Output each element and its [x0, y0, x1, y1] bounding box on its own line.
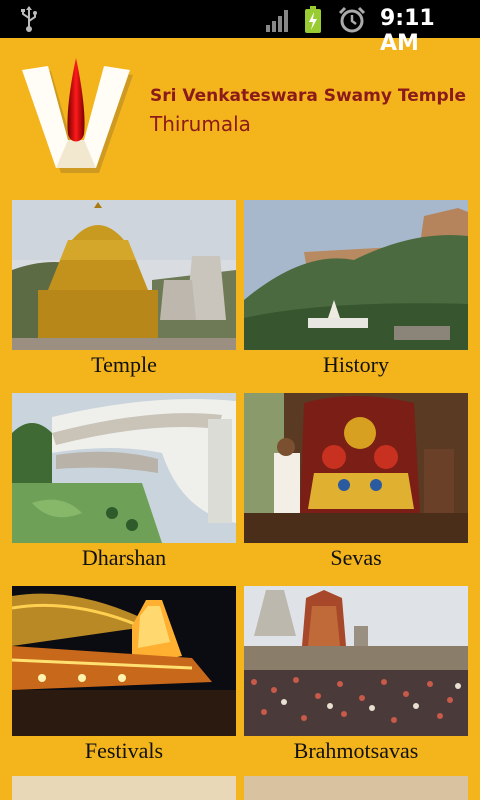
temple-photo — [12, 200, 236, 350]
alarm-icon — [338, 6, 366, 33]
menu-tile-temple[interactable]: Temple — [12, 200, 236, 384]
signal-icon — [266, 10, 288, 32]
menu-tile-partial[interactable] — [244, 776, 468, 800]
brahmotsavas-photo — [244, 586, 468, 736]
festivals-photo — [12, 586, 236, 736]
menu-tile-partial[interactable] — [12, 776, 236, 800]
status-bar: 9:11 AM — [0, 0, 480, 56]
menu-label: Brahmotsavas — [293, 738, 419, 763]
menu-label: Sevas — [330, 545, 382, 570]
app-title: Sri Venkateswara Swamy Temple — [150, 86, 466, 106]
usb-icon — [21, 6, 37, 32]
menu-tile-dharshan[interactable]: Dharshan — [12, 393, 236, 577]
menu-tile-history[interactable]: History — [244, 200, 468, 384]
battery-charging-icon — [305, 6, 321, 33]
menu-label: Temple — [91, 352, 157, 377]
namam-logo — [22, 58, 133, 173]
history-photo — [244, 200, 468, 350]
menu-tile-festivals[interactable]: Festivals — [12, 586, 236, 770]
menu-label: History — [323, 352, 389, 377]
menu-tile-brahmotsavas[interactable]: Brahmotsavas — [244, 586, 468, 770]
dharshan-photo — [12, 393, 236, 543]
menu-tile-sevas[interactable]: Sevas — [244, 393, 468, 577]
app-subtitle: Thirumala — [150, 112, 251, 136]
sevas-photo — [244, 393, 468, 543]
menu-label: Dharshan — [81, 545, 167, 570]
menu-label: Festivals — [84, 738, 164, 763]
app-header: Sri Venkateswara Swamy Temple Thirumala — [0, 38, 480, 188]
